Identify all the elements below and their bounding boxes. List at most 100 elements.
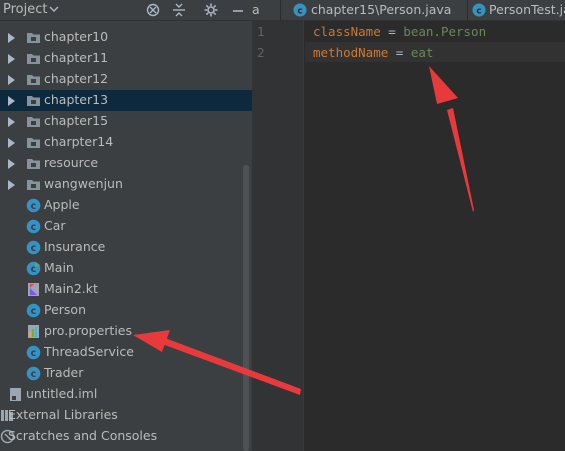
class-icon: c — [293, 3, 307, 17]
project-pane: Project chapter10 chapter11 chapter12 chapt… — [0, 0, 252, 451]
class-icon: c — [472, 3, 486, 17]
tree-item[interactable]: Main2.kt — [0, 279, 252, 300]
folder-icon — [26, 114, 41, 129]
svg-text:c: c — [31, 201, 37, 212]
project-header: Project — [0, 0, 252, 21]
scrollbar[interactable] — [243, 165, 249, 451]
expand-arrow-icon[interactable] — [8, 54, 15, 64]
tree-folder[interactable]: wangwenjun — [0, 174, 252, 195]
locate-icon[interactable] — [145, 2, 161, 18]
tab-persontest-java[interactable]: c PersonTest.ja — [468, 0, 565, 21]
tree-item-label: ThreadService — [44, 344, 134, 359]
tree-item-label: untitled.iml — [26, 386, 98, 401]
tree-item-label: chapter11 — [44, 50, 109, 65]
class-icon: c — [26, 240, 41, 255]
line-number: 1 — [257, 24, 265, 39]
tree-folder[interactable]: chapter12 — [0, 69, 252, 90]
property-separator: = — [380, 24, 404, 39]
tree-item-label: Apple — [44, 197, 80, 212]
tab-person-java[interactable]: c chapter15\Person.java — [288, 0, 474, 21]
expand-arrow-icon[interactable] — [8, 117, 15, 127]
tree-item[interactable]: c ThreadService — [0, 342, 252, 363]
expand-arrow-icon[interactable] — [8, 96, 15, 106]
code-line[interactable]: className = bean.Person — [313, 24, 486, 39]
svg-text:c: c — [31, 369, 37, 380]
folder-icon — [26, 51, 41, 66]
tree-item-label: resource — [44, 155, 99, 170]
tree-item[interactable]: c Apple — [0, 195, 252, 216]
svg-text:c: c — [476, 7, 481, 17]
tab-prev[interactable]: a — [252, 0, 264, 21]
code-editor[interactable]: className = bean.Person methodName = eat — [305, 21, 565, 451]
folder-icon — [26, 135, 41, 150]
kotlin-file-icon — [26, 282, 41, 297]
chevron-down-icon[interactable] — [49, 4, 59, 14]
code-line[interactable]: methodName = eat — [313, 45, 433, 60]
tree-item[interactable]: External Libraries — [0, 405, 252, 426]
gear-icon[interactable] — [203, 2, 219, 18]
svg-text:c: c — [31, 306, 37, 317]
tab-label: a — [252, 2, 260, 17]
tree-item-label: Insurance — [44, 239, 106, 254]
editor-tabs: a c chapter15\Person.java c PersonTest.j… — [252, 0, 565, 21]
tree-item[interactable]: c Main — [0, 258, 252, 279]
class-icon: c — [26, 345, 41, 360]
svg-text:c: c — [31, 243, 37, 254]
tree-item-label: Trader — [44, 365, 84, 380]
tree-item-label: chapter10 — [44, 29, 109, 44]
tree-item[interactable]: pro.properties — [0, 321, 252, 342]
expand-arrow-icon[interactable] — [8, 159, 15, 169]
svg-text:c: c — [297, 7, 302, 17]
collapse-all-icon[interactable] — [171, 2, 187, 18]
tree-item-label: Main — [44, 260, 74, 275]
tree-item[interactable]: c Car — [0, 216, 252, 237]
tree-item[interactable]: c Person — [0, 300, 252, 321]
property-key: methodName — [313, 45, 389, 60]
module-file-icon — [8, 387, 23, 402]
tree-item-label: Person — [44, 302, 87, 317]
tree-item-label: chapter13 — [44, 92, 109, 107]
svg-text:c: c — [31, 222, 37, 233]
expand-arrow-icon[interactable] — [8, 33, 15, 43]
line-number: 2 — [257, 45, 265, 60]
tree-item-label: chapter12 — [44, 71, 109, 86]
svg-text:c: c — [31, 348, 37, 359]
property-key: className — [313, 24, 381, 39]
folder-icon — [26, 30, 41, 45]
hide-icon[interactable] — [230, 2, 246, 18]
property-value: bean.Person — [403, 24, 487, 39]
tab-label: chapter15\Person.java — [311, 2, 452, 17]
class-icon: c — [26, 366, 41, 381]
tree-folder[interactable]: chapter11 — [0, 48, 252, 69]
tree-item-label: chapter15 — [44, 113, 109, 128]
tree-item[interactable]: c Insurance — [0, 237, 252, 258]
tree-item-label: Car — [44, 218, 66, 233]
tree-folder[interactable]: chapter15 — [0, 111, 252, 132]
property-separator: = — [388, 45, 411, 60]
tree-folder[interactable]: charpter14 — [0, 132, 252, 153]
property-value: eat — [410, 45, 434, 60]
expand-arrow-icon[interactable] — [8, 180, 15, 190]
folder-icon — [26, 72, 41, 87]
class-icon: c — [26, 219, 41, 234]
line-gutter: 1 2 — [252, 21, 304, 451]
tree-item-label: External Libraries — [8, 407, 118, 422]
expand-arrow-icon[interactable] — [8, 138, 15, 148]
tab-label: PersonTest.ja — [489, 2, 565, 17]
class-icon: c — [26, 198, 41, 213]
tree-item[interactable]: untitled.iml — [0, 384, 252, 405]
tree-folder[interactable]: resource — [0, 153, 252, 174]
tree-folder[interactable]: chapter13 — [0, 90, 252, 111]
tree-item-label: Scratches and Consoles — [8, 428, 158, 443]
project-title[interactable]: Project — [3, 2, 47, 17]
folder-icon — [26, 93, 41, 108]
properties-file-icon — [26, 324, 41, 339]
tree-item-label: Main2.kt — [44, 281, 98, 296]
folder-icon — [26, 156, 41, 171]
tree-item[interactable]: c Trader — [0, 363, 252, 384]
tree-item-label: wangwenjun — [44, 176, 123, 191]
tree-item-label: charpter14 — [44, 134, 114, 149]
tree-item[interactable]: Scratches and Consoles — [0, 426, 252, 447]
expand-arrow-icon[interactable] — [8, 75, 15, 85]
tree-folder[interactable]: chapter10 — [0, 27, 252, 48]
